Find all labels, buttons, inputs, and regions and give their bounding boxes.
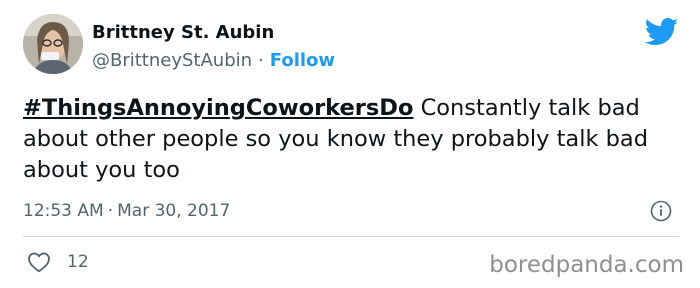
author-handle[interactable]: @BrittneyStAubin: [92, 50, 252, 71]
avatar-image: [23, 14, 83, 74]
follow-button[interactable]: Follow: [270, 50, 335, 71]
author-handle-row: @BrittneyStAubin · Follow: [92, 50, 335, 71]
tweet-date: Mar 30, 2017: [117, 201, 231, 221]
tweet-timestamp[interactable]: 12:53 AM · Mar 30, 2017: [23, 201, 230, 221]
avatar[interactable]: [23, 14, 83, 74]
watermark: boredpanda.com: [489, 252, 684, 278]
tweet-time: 12:53 AM: [23, 201, 104, 221]
tweet-text: #ThingsAnnoyingCoworkersDo Constantly ta…: [23, 93, 683, 186]
author-name[interactable]: Brittney St. Aubin: [92, 22, 274, 43]
divider: [23, 236, 679, 237]
handle-separator: ·: [258, 50, 264, 71]
like-button[interactable]: 12: [27, 250, 89, 274]
tweet-card: Brittney St. Aubin @BrittneyStAubin · Foll…: [0, 0, 700, 288]
timestamp-separator: ·: [107, 201, 114, 221]
twitter-bird-icon[interactable]: [644, 18, 679, 46]
hashtag-link[interactable]: #ThingsAnnoyingCoworkersDo: [23, 95, 413, 121]
heart-icon: [28, 252, 50, 273]
like-count: 12: [67, 252, 89, 272]
info-icon[interactable]: [650, 200, 672, 222]
